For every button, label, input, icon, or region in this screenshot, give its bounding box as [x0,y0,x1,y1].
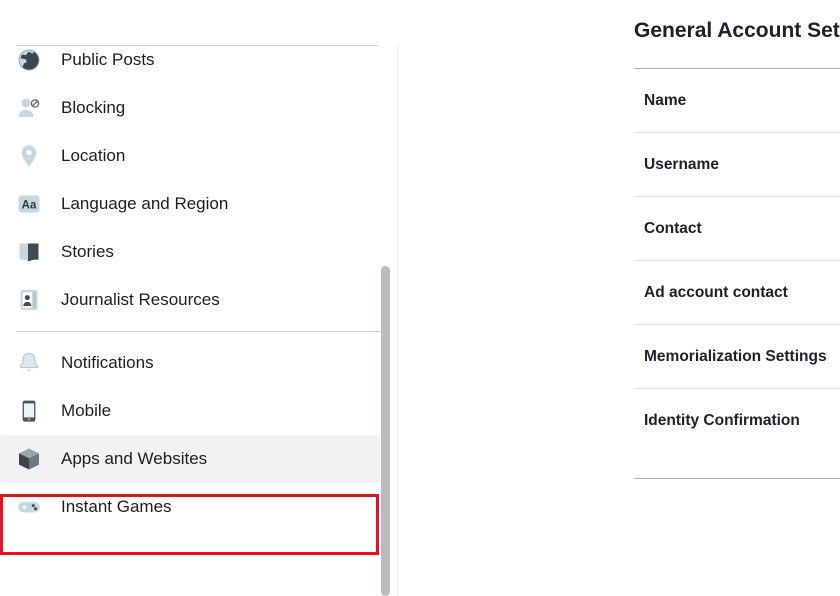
sidebar-scroll-region[interactable]: Profile and TaggingPublic PostsBlockingL… [0,0,398,596]
id-card-icon [16,287,42,313]
sidebar-item-notifications[interactable]: Notifications [0,339,380,387]
settings-window: Profile and TaggingPublic PostsBlockingL… [0,0,840,596]
account-settings-list: Name Username Contact Ad account contact Mem… [634,68,840,479]
account-setting-label: Username [644,155,719,175]
sidebar-item-label: Language and Region [61,194,228,214]
sidebar-item-label: Location [61,146,125,166]
sidebar-item-label: Public Posts [61,50,155,70]
sidebar-item-blocking[interactable]: Blocking [0,84,380,132]
content-title: General Account Settings [634,18,840,44]
sidebar-section-divider [16,331,382,332]
account-setting-label: Ad account contact [644,283,788,303]
account-setting-row[interactable]: Ad account contact [634,261,840,324]
svg-text:Aa: Aa [22,200,37,212]
sidebar-scrollbar-thumb[interactable] [381,266,390,596]
sidebar-item-label: Notifications [61,353,154,373]
sidebar-item-label: Stories [61,242,114,262]
blocked-user-icon [16,95,42,121]
account-setting-row[interactable]: Identity Confirmation [634,389,840,452]
account-setting-label: Contact [644,219,702,239]
mobile-phone-icon [16,398,42,424]
sidebar-item-mobile[interactable]: Mobile [0,387,380,435]
location-pin-icon [16,143,42,169]
sidebar-item-label: Journalist Resources [61,290,220,310]
sidebar-item-journalist-resources[interactable]: Journalist Resources [0,276,380,324]
sidebar-item-language-and-region[interactable]: Aa Language and Region [0,180,380,228]
content-tail-spacer [634,452,840,478]
content-bottom-rule [634,478,840,479]
account-setting-label: Identity Confirmation [644,411,800,431]
account-setting-row[interactable]: Memorialization Settings [634,325,840,388]
pane-divider [397,0,398,596]
content-pane: General Account Settings Name Username Con… [398,0,840,596]
gamepad-icon [16,494,42,520]
cube-icon [16,446,42,472]
account-setting-label: Memorialization Settings [644,347,827,367]
sidebar-header-mask [0,0,398,45]
account-setting-label: Name [644,91,686,111]
sidebar-item-apps-and-websites[interactable]: Apps and Websites [0,435,380,483]
globe-icon [16,47,42,73]
settings-sidebar: Profile and TaggingPublic PostsBlockingL… [0,0,398,596]
account-setting-row[interactable]: Name [634,69,840,132]
sidebar-item-label: Apps and Websites [61,449,207,469]
language-aa-icon: Aa [16,191,42,217]
sidebar-section: Notifications Mobile Apps and Websites Inst… [0,339,398,531]
sidebar-item-label: Blocking [61,98,125,118]
sidebar-nav-list: Profile and TaggingPublic PostsBlockingL… [0,0,398,531]
sidebar-item-stories[interactable]: Stories [0,228,380,276]
sidebar-top-divider [16,45,378,46]
bell-icon [16,350,42,376]
sidebar-item-location[interactable]: Location [0,132,380,180]
sidebar-section: Profile and TaggingPublic PostsBlockingL… [0,0,398,324]
account-setting-row[interactable]: Username [634,133,840,196]
sidebar-item-instant-games[interactable]: Instant Games [0,483,380,531]
sidebar-item-label: Instant Games [61,497,172,517]
book-icon [16,239,42,265]
account-setting-row[interactable]: Contact [634,197,840,260]
sidebar-item-label: Mobile [61,401,111,421]
